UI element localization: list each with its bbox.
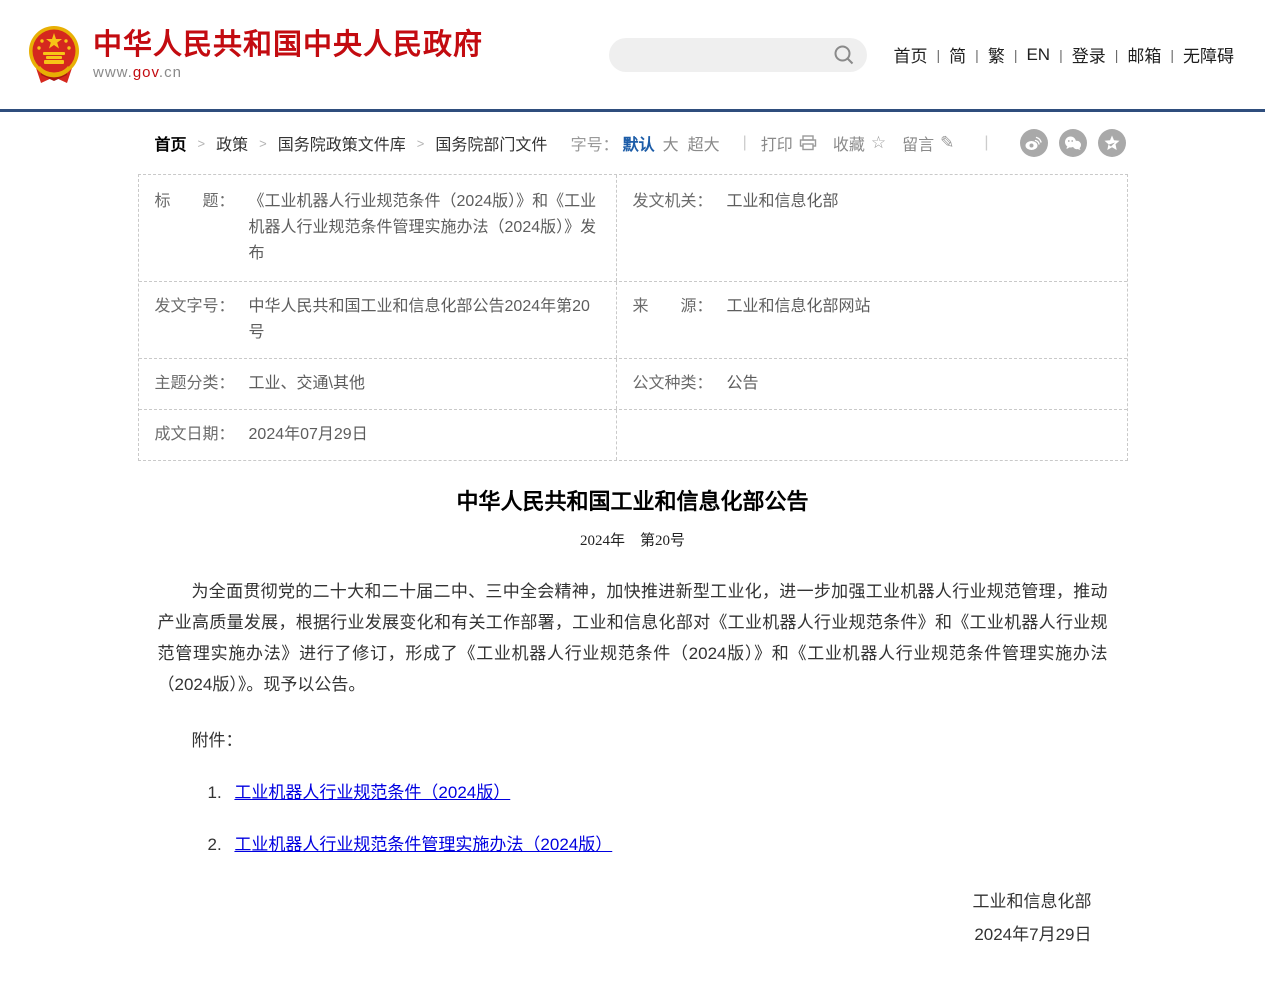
print-label: 打印 (761, 131, 793, 155)
document-meta-table: 标 题： 《工业机器人行业规范条件（2024版）》和《工业机器人行业规范条件管理… (138, 174, 1128, 461)
breadcrumb-home[interactable]: 首页 (155, 131, 187, 155)
article-body: 中华人民共和国工业和信息化部公告 2024年 第20号 为全面贯彻党的二十大和二… (138, 484, 1128, 991)
attachment-link-1[interactable]: 工业机器人行业规范条件（2024版） (234, 783, 510, 802)
meta-source-label: 来 源： (633, 294, 713, 320)
nav-login[interactable]: 登录 (1063, 42, 1115, 67)
share-icons (1009, 129, 1126, 157)
breadcrumb-policy-library[interactable]: 国务院政策文件库 (278, 131, 406, 155)
meta-docnumber-value: 中华人民共和国工业和信息化部公告2024年第20号 (249, 294, 604, 346)
wechat-share-icon[interactable] (1059, 129, 1087, 157)
meta-category-value: 工业、交通\其他 (249, 371, 365, 397)
nav-home[interactable]: 首页 (885, 42, 937, 67)
meta-row-docnumber: 发文字号： 中华人民共和国工业和信息化部公告2024年第20号 来 源： 工业和… (139, 282, 1127, 359)
print-button[interactable]: 打印 (761, 131, 817, 155)
meta-source-value: 工业和信息化部网站 (727, 294, 871, 320)
meta-doctype-cell: 公文种类： 公告 (616, 359, 1127, 409)
meta-category-label: 主题分类： (155, 371, 235, 397)
meta-row-title: 标 题： 《工业机器人行业规范条件（2024版）》和《工业机器人行业规范条件管理… (139, 175, 1127, 282)
chevron-right-icon: > (406, 136, 436, 151)
site-header: 中华人民共和国中央人民政府 www.gov.cn 首页| 简| 繁| EN| 登… (0, 0, 1265, 112)
nav-simplified[interactable]: 简 (940, 42, 975, 67)
breadcrumb-toolbar-row: 首页 > 政策 > 国务院政策文件库 > 国务院部门文件 字号： 默认 大 超大… (138, 129, 1128, 157)
nav-traditional[interactable]: 繁 (979, 42, 1014, 67)
attachments-label: 附件： (158, 726, 1108, 751)
site-logo[interactable]: 中华人民共和国中央人民政府 www.gov.cn (27, 25, 483, 85)
meta-empty-cell (616, 410, 1127, 460)
meta-category-cell: 主题分类： 工业、交通\其他 (139, 359, 616, 409)
attachment-number: 1. (208, 783, 222, 802)
breadcrumb-policy[interactable]: 政策 (216, 131, 248, 155)
toolbar-divider: | (984, 134, 988, 152)
meta-doctype-label: 公文种类： (633, 371, 713, 397)
meta-date-cell: 成文日期： 2024年07月29日 (139, 410, 616, 460)
qzone-share-icon[interactable] (1098, 129, 1126, 157)
chevron-right-icon: > (187, 136, 217, 151)
site-url-prefix: www. (93, 64, 133, 81)
attachment-item-1: 1. 工业机器人行业规范条件（2024版） (158, 778, 1108, 803)
weibo-share-icon[interactable] (1020, 129, 1048, 157)
top-nav: 首页| 简| 繁| EN| 登录| 邮箱| 无障碍 (885, 42, 1243, 67)
chevron-right-icon: > (248, 136, 278, 151)
signature-agency: 工业和信息化部 (158, 885, 1092, 918)
star-icon: ☆ (871, 133, 886, 153)
pencil-icon: ✎ (940, 133, 954, 153)
article-toolbar: 字号： 默认 大 超大 | 打印 收藏 ☆ 留言 ✎ | (571, 129, 1126, 157)
site-url: www.gov.cn (93, 64, 483, 81)
meta-title-label: 标 题： (155, 189, 235, 215)
article-issue-number: 2024年 第20号 (158, 529, 1108, 550)
comment-label: 留言 (902, 131, 934, 155)
meta-source-cell: 来 源： 工业和信息化部网站 (616, 282, 1127, 358)
meta-docnumber-label: 发文字号： (155, 294, 235, 320)
signature-block: 工业和信息化部 2024年7月29日 (158, 885, 1108, 991)
search-icon[interactable] (833, 44, 855, 66)
meta-row-date: 成文日期： 2024年07月29日 (139, 410, 1127, 460)
font-size-label: 字号： (571, 131, 619, 155)
site-url-gov: gov (133, 64, 159, 81)
meta-issuing-agency-cell: 发文机关： 工业和信息化部 (616, 175, 1127, 281)
attachment-item-2: 2. 工业机器人行业规范条件管理实施办法（2024版） (158, 830, 1108, 855)
favorite-button[interactable]: 收藏 ☆ (833, 131, 886, 155)
article-paragraph: 为全面贯彻党的二十大和二十届二中、三中全会精神，加快推进新型工业化，进一步加强工… (158, 576, 1108, 700)
article-title: 中华人民共和国工业和信息化部公告 (158, 484, 1108, 516)
comment-button[interactable]: 留言 ✎ (902, 131, 954, 155)
national-emblem-icon (27, 25, 81, 85)
meta-doctype-value: 公告 (727, 371, 759, 397)
meta-issuing-agency-label: 发文机关： (633, 189, 713, 215)
search-input[interactable] (609, 38, 833, 72)
toolbar-divider: | (743, 134, 747, 152)
breadcrumb: 首页 > 政策 > 国务院政策文件库 > 国务院部门文件 (155, 131, 548, 155)
meta-title-value: 《工业机器人行业规范条件（2024版）》和《工业机器人行业规范条件管理实施办法（… (249, 189, 604, 267)
meta-docnumber-cell: 发文字号： 中华人民共和国工业和信息化部公告2024年第20号 (139, 282, 616, 358)
font-size-xlarge-button[interactable]: 超大 (688, 131, 720, 155)
search-box[interactable] (609, 38, 867, 72)
meta-row-category: 主题分类： 工业、交通\其他 公文种类： 公告 (139, 359, 1127, 410)
font-size-large-button[interactable]: 大 (663, 131, 679, 155)
meta-issuing-agency-value: 工业和信息化部 (727, 189, 839, 215)
printer-icon (799, 135, 817, 151)
nav-mail[interactable]: 邮箱 (1118, 42, 1170, 67)
breadcrumb-department-docs[interactable]: 国务院部门文件 (435, 131, 547, 155)
favorite-label: 收藏 (833, 131, 865, 155)
nav-english[interactable]: EN (1017, 45, 1059, 65)
font-size-default-button[interactable]: 默认 (623, 131, 655, 155)
site-url-suffix: .cn (159, 64, 182, 81)
meta-date-value: 2024年07月29日 (249, 422, 368, 448)
meta-date-label: 成文日期： (155, 422, 235, 448)
nav-accessibility[interactable]: 无障碍 (1174, 42, 1243, 67)
signature-date: 2024年7月29日 (158, 918, 1092, 951)
meta-title-cell: 标 题： 《工业机器人行业规范条件（2024版）》和《工业机器人行业规范条件管理… (139, 175, 616, 281)
site-title: 中华人民共和国中央人民政府 (93, 29, 483, 61)
